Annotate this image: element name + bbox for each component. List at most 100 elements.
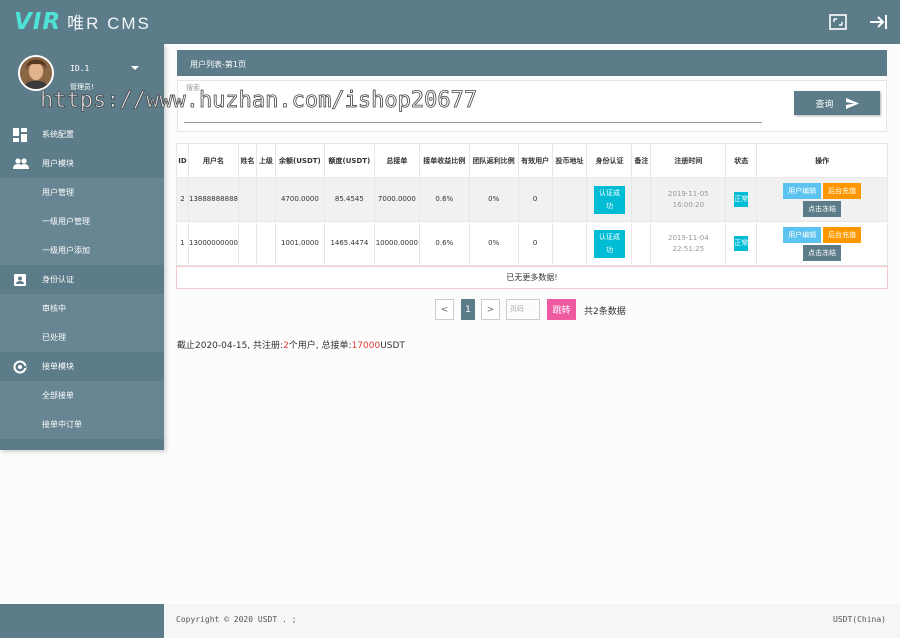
summary-unit: USDT [380, 341, 405, 351]
col-header: 备注 [631, 143, 652, 178]
cell-username: 13000000000 [187, 221, 239, 266]
query-button[interactable]: 查询 [794, 91, 880, 115]
cell-total: 7000.0000 [373, 177, 420, 222]
cell-total: 10000.0000 [373, 221, 420, 266]
auth-badge: 认证成功 [593, 229, 625, 258]
table-row: 2 13888888888 4700.0000 85.4545 7000.000… [176, 177, 888, 222]
total-count: 共2条数据 [584, 307, 626, 317]
sidebar-item-all-orders[interactable]: 全部接单 [0, 381, 164, 410]
table-header-row: ID 用户名 姓名 上级 余额(USDT) 额度(USDT) 总接单 接单收益比… [176, 143, 888, 178]
user-table: ID 用户名 姓名 上级 余额(USDT) 额度(USDT) 总接单 接单收益比… [176, 143, 888, 266]
fullscreen-icon[interactable] [827, 11, 849, 33]
col-header: 投币地址 [551, 143, 588, 178]
cell-status: 正常 [725, 221, 758, 266]
summary-order-amount: 17000 [351, 341, 381, 351]
cell-name [237, 177, 257, 222]
sidebar-item-processed[interactable]: 已处理 [0, 323, 164, 352]
sidebar-item-identity[interactable]: 身份认证 [0, 265, 164, 294]
col-header: 总接单 [373, 143, 420, 178]
reg-date: 2019-11-04 [668, 233, 709, 242]
summary-mid: 个用户, 总接单: [288, 341, 352, 351]
watermark: https://www.huzhan.com/ishop20677 [40, 88, 478, 114]
cell-note [631, 177, 652, 222]
recharge-button[interactable]: 后台充值 [823, 182, 862, 199]
col-header: ID [176, 143, 189, 178]
copyright: Copyright © 2020 USDT . ; [176, 615, 297, 624]
sidebar-item-label: 接单中订单 [42, 420, 82, 429]
jump-button[interactable]: 跳转 [547, 299, 576, 320]
status-badge: 正常 [734, 236, 749, 251]
region: USDT(China) [833, 615, 886, 624]
sidebar-item-label: 一级用户添加 [42, 246, 90, 255]
reg-date: 2019-11-05 [668, 189, 709, 198]
cell-valid: 0 [517, 177, 553, 222]
sidebar-item-label: 接单模块 [42, 362, 74, 371]
freeze-button[interactable]: 点击冻结 [803, 244, 842, 261]
page-title: 用户列表-第1页 [177, 50, 887, 76]
cell-parent [255, 177, 276, 222]
cell-team: 0% [468, 177, 519, 222]
chevron-down-icon[interactable] [131, 66, 139, 70]
sidebar-item-system-config[interactable]: 系统配置 [0, 120, 164, 149]
sidebar-item-pending-orders[interactable]: 接单中订单 [0, 410, 164, 439]
sidebar-item-user-manage[interactable]: 用户管理 [0, 178, 164, 207]
logout-icon[interactable] [868, 11, 890, 33]
cell-note [631, 221, 652, 266]
cell-id: 1 [176, 221, 189, 266]
sidebar-item-user-module[interactable]: 用户模块 [0, 149, 164, 178]
col-header: 额度(USDT) [323, 143, 375, 178]
cell-team: 0% [468, 221, 519, 266]
cell-valid: 0 [517, 221, 553, 266]
cell-actions: 用户编辑 后台充值 点击冻结 [756, 221, 888, 266]
summary-prefix: 截止2020-04-15, 共注册: [177, 341, 284, 351]
sidebar-item-order-module[interactable]: 接单模块 [0, 352, 164, 381]
cell-parent [255, 221, 276, 266]
cell-reg-time: 2019-11-04 22:51:25 [650, 221, 727, 266]
edit-user-button[interactable]: 用户编辑 [783, 182, 822, 199]
cell-auth: 认证成功 [586, 177, 633, 222]
col-header: 姓名 [237, 143, 257, 178]
logo-text: 唯R CMS [67, 14, 151, 33]
reg-time: 16:00:20 [672, 200, 705, 209]
footer [0, 604, 900, 638]
user-id: ID.1 [70, 64, 90, 73]
sidebar-item-label: 系统配置 [42, 130, 74, 139]
query-button-label: 查询 [815, 98, 834, 109]
avatar[interactable] [18, 55, 54, 91]
col-header: 操作 [756, 143, 888, 178]
send-icon [845, 97, 859, 109]
col-header: 团队返利比例 [468, 143, 519, 178]
cell-name [237, 221, 257, 266]
cell-username: 13888888888 [187, 177, 239, 222]
current-page[interactable]: 1 [461, 299, 475, 320]
sidebar-item-reviewing[interactable]: 审核中 [0, 294, 164, 323]
cell-status: 正常 [725, 177, 758, 222]
col-header: 余额(USDT) [274, 143, 325, 178]
col-header: 接单收益比例 [418, 143, 470, 178]
page-number-input[interactable]: 页码 [506, 299, 540, 320]
summary: 截止2020-04-15, 共注册:2个用户, 总接单:17000USDT [177, 338, 405, 351]
sidebar-item-level1-add[interactable]: 一级用户添加 [0, 236, 164, 265]
recharge-button[interactable]: 后台充值 [823, 226, 862, 243]
sidebar-item-label: 用户管理 [42, 188, 74, 197]
prev-page-button[interactable]: < [435, 299, 454, 320]
freeze-button[interactable]: 点击冻结 [803, 200, 842, 217]
cell-quota: 85.4545 [323, 177, 375, 222]
col-header: 上级 [255, 143, 276, 178]
cell-ratio: 0.6% [418, 221, 470, 266]
cell-addr [551, 221, 588, 266]
col-header: 状态 [725, 143, 758, 178]
sidebar-item-label: 一级用户管理 [42, 217, 90, 226]
sidebar-item-label: 用户模块 [42, 159, 74, 168]
sidebar-item-label: 身份认证 [42, 275, 74, 284]
col-header: 注册时间 [650, 143, 727, 178]
sidebar-item-label: 已处理 [42, 333, 66, 342]
cell-quota: 1465.4474 [323, 221, 375, 266]
dashboard-icon [13, 128, 27, 142]
next-page-button[interactable]: > [481, 299, 500, 320]
cell-actions: 用户编辑 后台充值 点击冻结 [756, 177, 888, 222]
edit-user-button[interactable]: 用户编辑 [783, 226, 822, 243]
id-card-icon [14, 274, 26, 286]
at-icon [13, 360, 27, 374]
sidebar-item-level1-manage[interactable]: 一级用户管理 [0, 207, 164, 236]
